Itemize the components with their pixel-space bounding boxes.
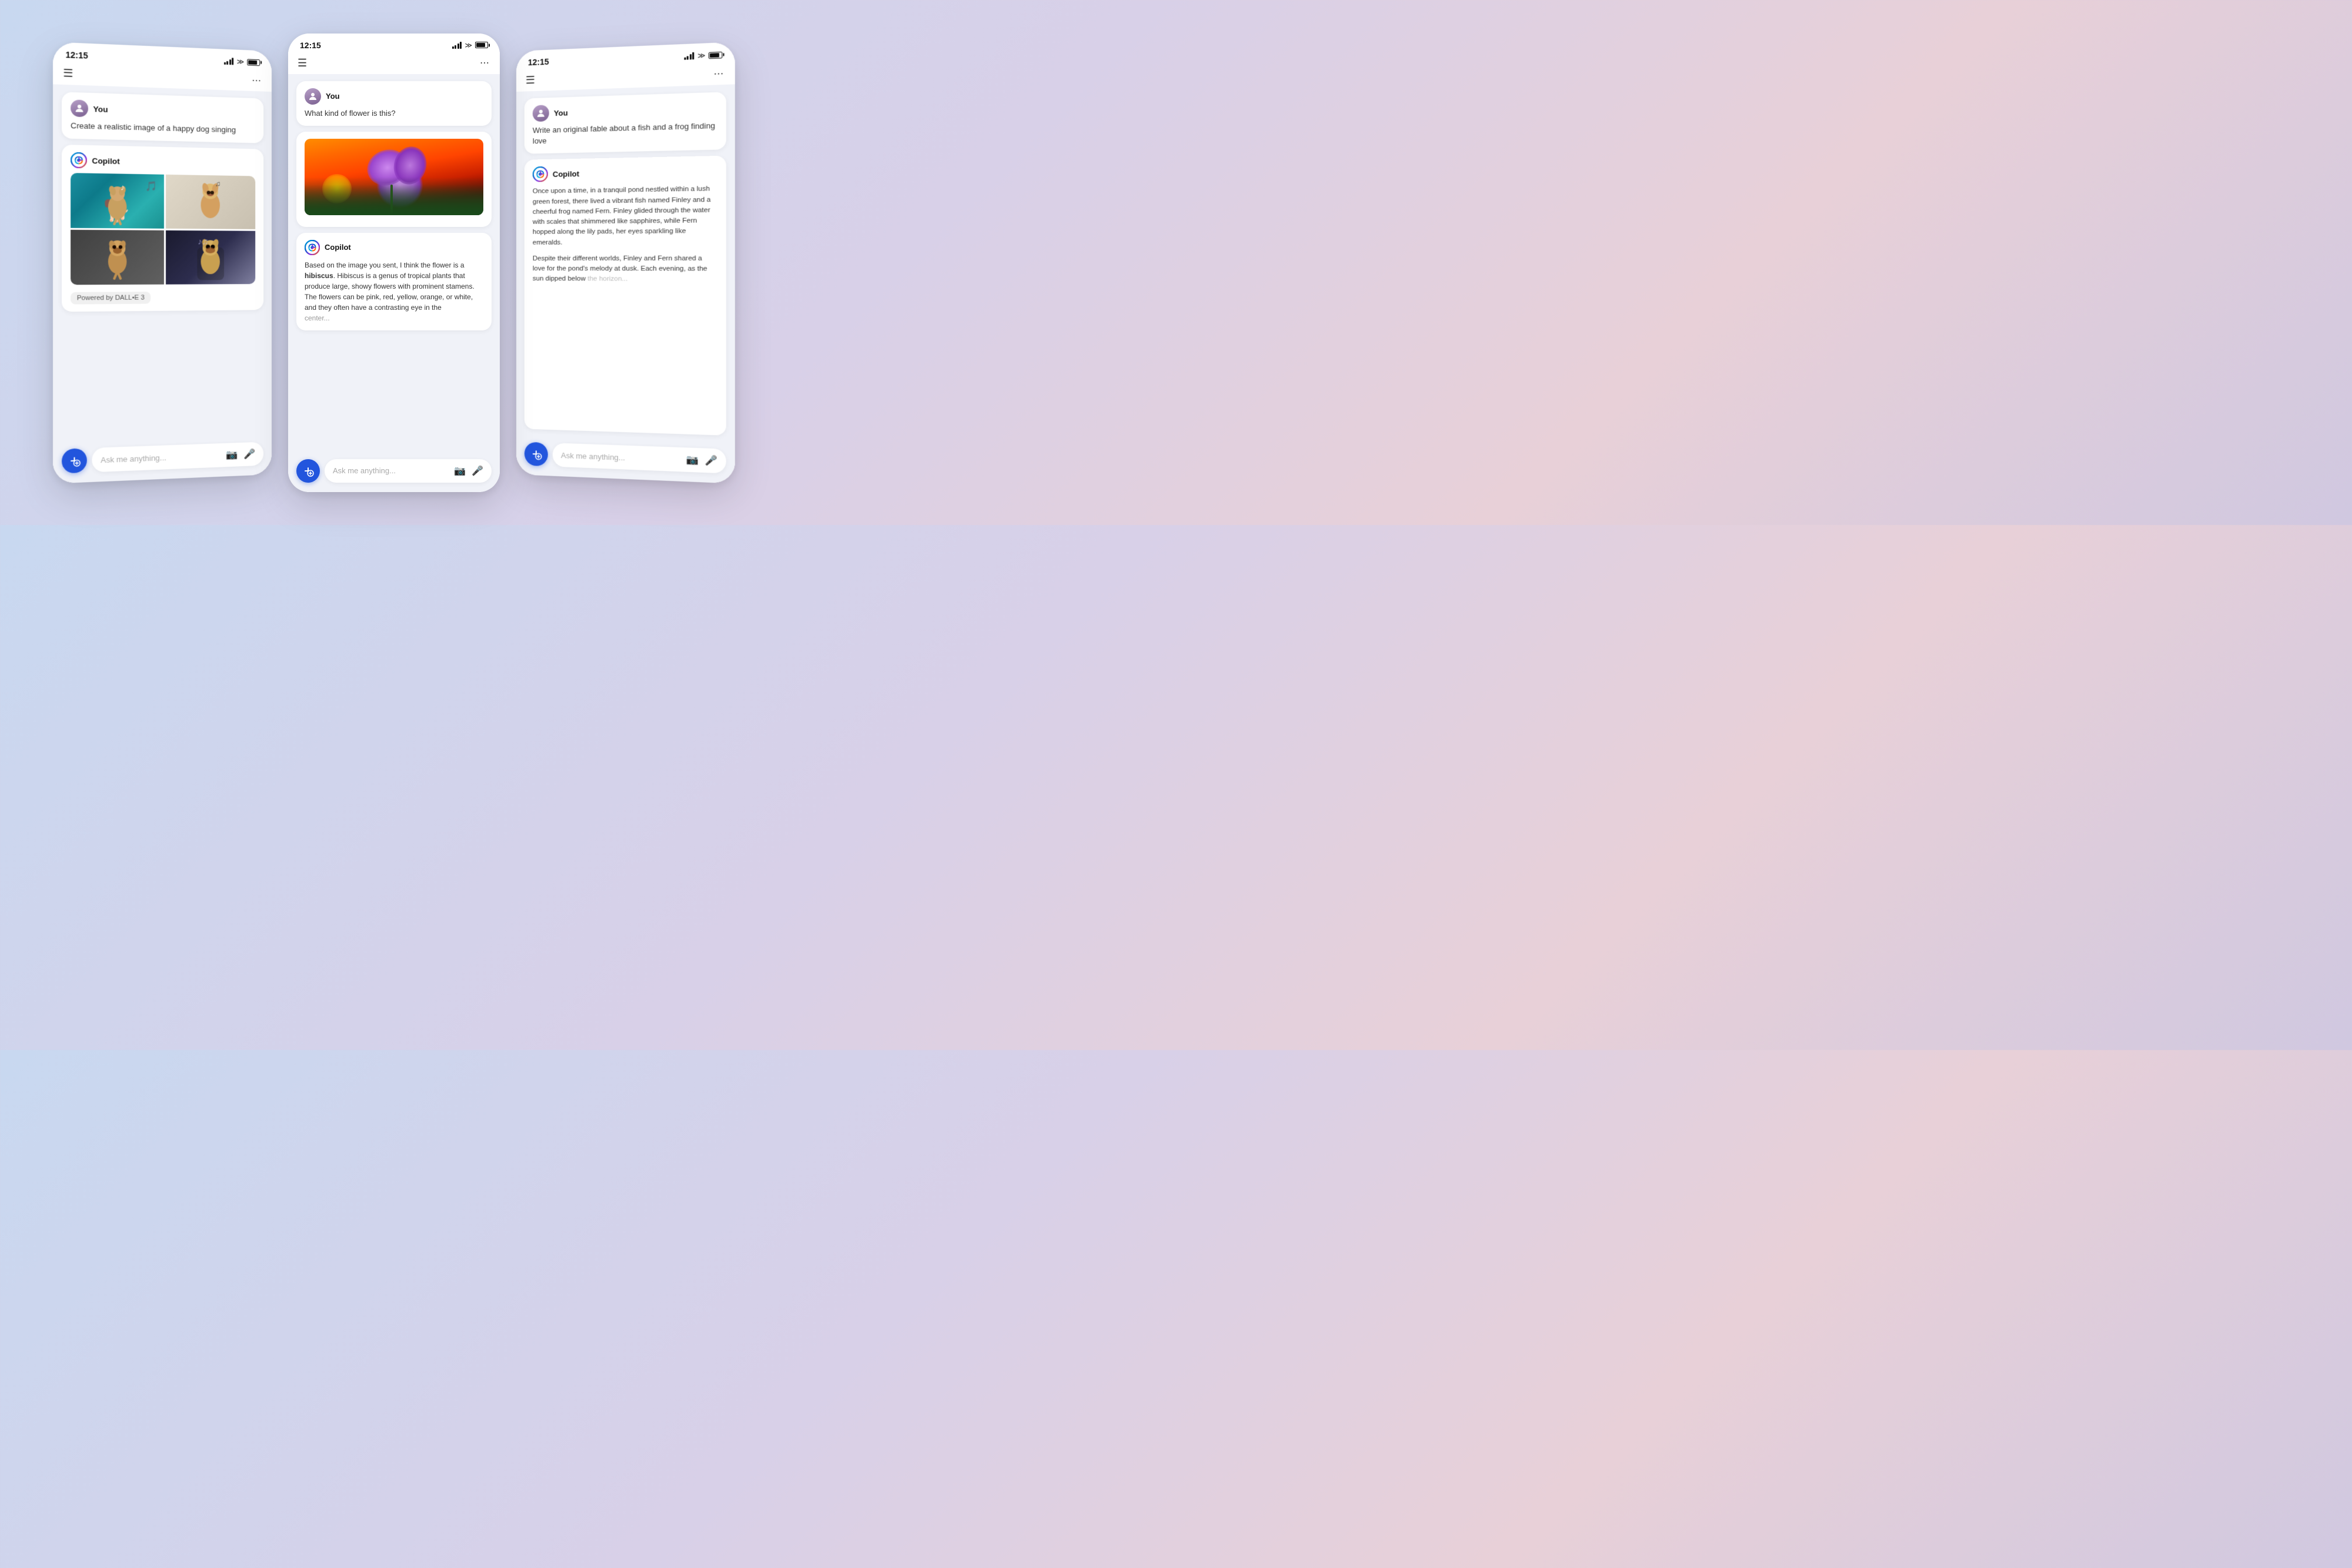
mic-icon-center[interactable]: 🎤: [472, 465, 483, 477]
wifi-icon-left: ≫: [237, 57, 245, 66]
copilot-text-center: Based on the image you sent, I think the…: [305, 260, 483, 313]
svg-text:♫: ♫: [215, 179, 220, 188]
copilot-logo-left: [71, 152, 87, 168]
phone-right-wrapper: 12:15 ≫ ☰ ⋯: [516, 42, 735, 483]
add-button-right[interactable]: [524, 442, 548, 466]
time-right: 12:15: [528, 56, 549, 66]
content-center: You What kind of flower is this?: [288, 74, 500, 453]
dog-image-4: ♪♫: [166, 230, 256, 285]
phone-right: 12:15 ≫ ☰ ⋯: [516, 42, 735, 483]
more-icon-center[interactable]: ⋯: [480, 57, 490, 69]
input-area-right: Ask me anything... 📷 🎤: [516, 436, 735, 484]
input-icons-left: 📷 🎤: [226, 448, 255, 461]
input-area-center: Ask me anything... 📷 🎤: [288, 453, 500, 492]
input-icons-right: 📷 🎤: [686, 453, 717, 467]
phone-left: 12:15 ≫ ☰ ⋯: [53, 42, 272, 483]
battery-icon-center: [475, 42, 488, 48]
copilot-bubble-right: Copilot Once upon a time, in a tranquil …: [524, 156, 726, 436]
user-bubble-left: You Create a realistic image of a happy …: [62, 92, 263, 143]
camera-icon-center[interactable]: 📷: [454, 465, 466, 477]
add-icon-right: [530, 447, 542, 460]
copilot-logo-right: [533, 166, 548, 182]
wifi-icon-center: ≫: [465, 41, 472, 49]
user-name-left: You: [93, 104, 108, 113]
signal-icon-center: [452, 42, 462, 49]
input-icons-center: 📷 🎤: [454, 465, 483, 477]
wifi-icon-right: ≫: [697, 51, 705, 59]
status-icons-center: ≫: [452, 41, 488, 49]
copilot-header-center: Copilot: [305, 240, 483, 255]
copilot-header-left: Copilot: [71, 152, 255, 171]
user-header-right: You: [533, 99, 717, 122]
copilot-bubble-center: Copilot Based on the image you sent, I t…: [296, 233, 492, 330]
user-bubble-center: You What kind of flower is this?: [296, 81, 492, 126]
user-message-right: Write an original fable about a fish and…: [533, 120, 717, 146]
time-left: 12:15: [65, 49, 88, 60]
mic-icon-left[interactable]: 🎤: [243, 448, 255, 460]
dog-image-2: ♫: [166, 175, 256, 229]
copilot-bubble-left: Copilot: [62, 145, 263, 312]
add-button-left[interactable]: [62, 448, 87, 473]
fable-paragraph-1: Once upon a time, in a tranquil pond nes…: [533, 184, 717, 248]
user-message-center: What kind of flower is this?: [305, 108, 483, 119]
fable-paragraph-2: Despite their different worlds, Finley a…: [533, 253, 717, 285]
add-button-center[interactable]: [296, 459, 320, 483]
battery-icon-right: [709, 51, 723, 58]
nav-bar-center: ☰ ⋯: [288, 54, 500, 74]
camera-icon-right[interactable]: 📷: [686, 453, 699, 466]
user-message-left: Create a realistic image of a happy dog …: [71, 120, 255, 136]
user-name-right: You: [554, 108, 568, 117]
input-field-center[interactable]: Ask me anything... 📷 🎤: [325, 459, 492, 483]
input-field-left[interactable]: Ask me anything... 📷 🎤: [92, 442, 263, 472]
menu-icon-left[interactable]: ☰: [63, 66, 73, 79]
battery-icon-left: [247, 58, 260, 65]
copilot-header-right: Copilot: [533, 163, 717, 182]
copilot-name-center: Copilot: [325, 243, 351, 252]
status-icons-right: ≫: [684, 50, 722, 60]
copilot-logo-center: [305, 240, 320, 255]
svg-text:♪: ♪: [121, 183, 125, 192]
more-icon-right[interactable]: ⋯: [714, 67, 725, 80]
camera-icon-left[interactable]: 📷: [226, 449, 238, 461]
content-right: You Write an original fable about a fish…: [516, 84, 735, 443]
input-area-left: Ask me anything... 📷 🎤: [53, 436, 272, 484]
user-name-center: You: [326, 92, 340, 101]
dall-e-badge: Powered by DALL•E 3: [71, 292, 151, 305]
phone-left-wrapper: 12:15 ≫ ☰ ⋯: [53, 42, 272, 483]
user-header-left: You: [71, 99, 255, 122]
signal-icon-left: [224, 57, 234, 65]
dog-image-grid: ♪: [71, 173, 255, 285]
avatar-left: [71, 99, 88, 117]
flower-image-bubble: [296, 132, 492, 227]
user-bubble-right: You Write an original fable about a fish…: [524, 92, 726, 154]
input-placeholder-left: Ask me anything...: [101, 453, 166, 464]
menu-icon-right[interactable]: ☰: [526, 73, 535, 86]
input-placeholder-center: Ask me anything...: [333, 466, 396, 475]
avatar-right: [533, 105, 549, 122]
avatar-center: [305, 88, 321, 105]
signal-icon-right: [684, 52, 694, 59]
user-header-center: You: [305, 88, 483, 105]
copilot-text-faded-center: center...: [305, 313, 483, 323]
add-icon-center: [302, 465, 314, 477]
copilot-name-left: Copilot: [92, 156, 119, 165]
phones-container: 12:15 ≫ ☰ ⋯: [48, 22, 740, 504]
input-field-right[interactable]: Ask me anything... 📷 🎤: [553, 443, 726, 473]
more-icon-left[interactable]: ⋯: [252, 74, 262, 86]
flower-image: [305, 139, 483, 215]
phone-center-wrapper: 12:15 ≫ ☰ ⋯: [288, 34, 500, 492]
add-icon-left: [68, 454, 81, 467]
dog-image-3: [71, 230, 163, 285]
content-left: You Create a realistic image of a happy …: [53, 84, 272, 443]
status-icons-left: ≫: [224, 56, 260, 66]
status-bar-center: 12:15 ≫: [288, 34, 500, 54]
copilot-name-right: Copilot: [553, 169, 579, 178]
phone-center: 12:15 ≫ ☰ ⋯: [288, 34, 500, 492]
input-placeholder-right: Ask me anything...: [561, 450, 625, 462]
time-center: 12:15: [300, 41, 321, 50]
mic-icon-right[interactable]: 🎤: [705, 454, 717, 467]
menu-icon-center[interactable]: ☰: [298, 57, 307, 69]
dog-image-1: ♪: [71, 173, 163, 229]
svg-text:♪♫: ♪♫: [198, 237, 209, 246]
